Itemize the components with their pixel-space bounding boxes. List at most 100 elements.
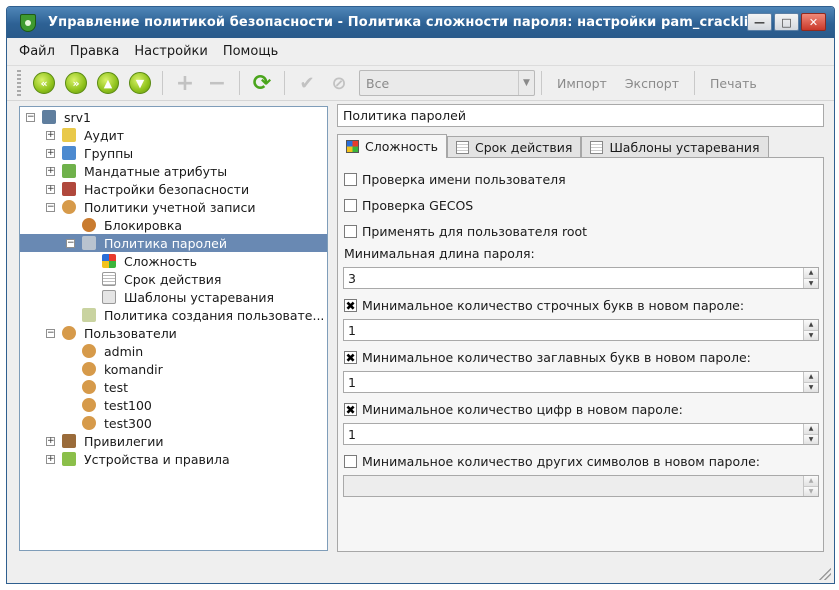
tree-item-devices[interactable]: + Устройства и правила — [20, 450, 327, 468]
check-username-row[interactable]: Проверка имени пользователя — [344, 172, 566, 187]
toolbar-grip[interactable] — [17, 70, 21, 96]
expand-icon[interactable]: + — [46, 148, 55, 158]
tree-label: srv1 — [64, 109, 92, 125]
chevron-up-icon[interactable]: ▲ — [804, 372, 818, 382]
tree-item-validity[interactable]: Срок действия — [20, 270, 327, 288]
tree-label: admin — [104, 343, 144, 359]
tree-item-user-creation-policy[interactable]: Политика создания пользовате... — [20, 306, 327, 324]
menu-edit[interactable]: Правка — [70, 44, 119, 59]
expand-icon[interactable]: + — [46, 454, 55, 464]
minimize-button[interactable]: — — [747, 13, 772, 31]
menu-help[interactable]: Помощь — [223, 44, 278, 59]
check-gecos-row[interactable]: Проверка GECOS — [344, 198, 473, 213]
chevron-up-icon[interactable]: ▲ — [804, 424, 818, 434]
chevron-down-icon[interactable]: ▼ — [804, 381, 818, 392]
tree-item-lockout[interactable]: Блокировка — [20, 216, 327, 234]
min-upper-row[interactable]: ✖ Минимальное количество заглавных букв … — [344, 350, 751, 365]
resize-grip-icon[interactable] — [819, 568, 831, 580]
min-other-checkbox[interactable] — [344, 455, 357, 468]
min-other-row[interactable]: Минимальное количество других символов в… — [344, 454, 760, 469]
filter-select[interactable]: Все ▼ — [359, 70, 535, 96]
import-button[interactable]: Импорт — [557, 76, 607, 91]
min-lower-stepper[interactable]: 1 ▲ ▼ — [343, 319, 819, 341]
tab-complexity[interactable]: Сложность — [337, 134, 447, 158]
remove-icon[interactable]: − — [206, 71, 228, 96]
cancel-icon[interactable]: ⊘ — [328, 72, 350, 94]
min-digits-stepper[interactable]: 1 ▲ ▼ — [343, 423, 819, 445]
tree-item-privileges[interactable]: + Привилегии — [20, 432, 327, 450]
users-icon — [62, 326, 76, 340]
min-length-stepper[interactable]: 3 ▲ ▼ — [343, 267, 819, 289]
tree-item-password-policy[interactable]: − Политика паролей — [20, 234, 327, 252]
check-username-checkbox[interactable] — [344, 173, 357, 186]
down-icon[interactable]: ▼ — [129, 72, 151, 94]
stepper-value: 3 — [348, 270, 356, 286]
chevron-down-icon[interactable]: ▼ — [804, 277, 818, 288]
tree-item-user[interactable]: komandir — [20, 360, 327, 378]
chevron-down-icon[interactable]: ▼ — [804, 329, 818, 340]
min-upper-checkbox[interactable]: ✖ — [344, 351, 357, 364]
tree-label: Сложность — [124, 253, 197, 269]
first-icon[interactable]: « — [33, 72, 55, 94]
checkbox-label: Проверка имени пользователя — [362, 172, 566, 187]
tab-validity[interactable]: Срок действия — [446, 136, 582, 158]
mandatory-icon — [62, 164, 76, 178]
user-icon — [82, 344, 96, 358]
up-icon[interactable]: ▲ — [97, 72, 119, 94]
min-lower-checkbox[interactable]: ✖ — [344, 299, 357, 312]
apply-check-icon[interactable]: ✔ — [296, 72, 318, 94]
tree-item-security-settings[interactable]: + Настройки безопасности — [20, 180, 327, 198]
refresh-icon[interactable]: ⟳ — [251, 71, 273, 96]
tree-item-groups[interactable]: + Группы — [20, 144, 327, 162]
complexity-icon — [346, 140, 359, 153]
export-button[interactable]: Экспорт — [625, 76, 679, 91]
expand-icon[interactable]: + — [46, 184, 55, 194]
menu-file[interactable]: Файл — [19, 44, 55, 59]
chevron-down-icon[interactable]: ▼ — [804, 433, 818, 444]
collapse-icon[interactable]: − — [46, 202, 55, 212]
tree-item-account-policies[interactable]: − Политики учетной записи — [20, 198, 327, 216]
min-digits-checkbox[interactable]: ✖ — [344, 403, 357, 416]
title-bar[interactable]: Управление политикой безопасности - Поли… — [7, 7, 834, 38]
tree-item-complexity[interactable]: Сложность — [20, 252, 327, 270]
collapse-icon[interactable]: − — [66, 238, 75, 248]
tree-label: Политика паролей — [104, 235, 227, 251]
check-gecos-checkbox[interactable] — [344, 199, 357, 212]
tree-item-mandatory[interactable]: + Мандатные атрибуты — [20, 162, 327, 180]
last-icon[interactable]: » — [65, 72, 87, 94]
tree-item-user[interactable]: admin — [20, 342, 327, 360]
tree-item-root[interactable]: − srv1 — [20, 108, 327, 126]
collapse-icon[interactable]: − — [46, 328, 55, 338]
expand-icon[interactable]: + — [46, 436, 55, 446]
collapse-icon[interactable]: − — [26, 112, 35, 122]
min-other-stepper[interactable]: ▲ ▼ — [343, 475, 819, 497]
tree-item-audit[interactable]: + Аудит — [20, 126, 327, 144]
chevron-down-icon: ▼ — [518, 71, 534, 95]
min-upper-stepper[interactable]: 1 ▲ ▼ — [343, 371, 819, 393]
min-lower-row[interactable]: ✖ Минимальное количество строчных букв в… — [344, 298, 744, 313]
chevron-down-icon[interactable]: ▼ — [804, 485, 818, 496]
tab-label: Шаблоны устаревания — [609, 140, 760, 155]
tree-item-user[interactable]: test — [20, 378, 327, 396]
expand-icon[interactable]: + — [46, 166, 55, 176]
print-button[interactable]: Печать — [710, 76, 757, 91]
toolbar-separator — [239, 71, 240, 95]
tree-item-aging-templates[interactable]: Шаблоны устаревания — [20, 288, 327, 306]
chevron-up-icon[interactable]: ▲ — [804, 320, 818, 330]
apply-root-row[interactable]: Применять для пользователя root — [344, 224, 587, 239]
apply-root-checkbox[interactable] — [344, 225, 357, 238]
privileges-icon — [62, 434, 76, 448]
add-icon[interactable]: + — [174, 71, 196, 96]
chevron-up-icon[interactable]: ▲ — [804, 268, 818, 278]
tree-item-user[interactable]: test300 — [20, 414, 327, 432]
tree-item-users[interactable]: − Пользователи — [20, 324, 327, 342]
chevron-up-icon[interactable]: ▲ — [804, 476, 818, 486]
complexity-icon — [102, 254, 116, 268]
tab-aging-templates[interactable]: Шаблоны устаревания — [581, 136, 769, 158]
expand-icon[interactable]: + — [46, 130, 55, 140]
close-button[interactable]: ✕ — [801, 13, 826, 31]
menu-settings[interactable]: Настройки — [134, 44, 207, 59]
tree-item-user[interactable]: test100 — [20, 396, 327, 414]
maximize-button[interactable]: □ — [774, 13, 799, 31]
min-digits-row[interactable]: ✖ Минимальное количество цифр в новом па… — [344, 402, 683, 417]
